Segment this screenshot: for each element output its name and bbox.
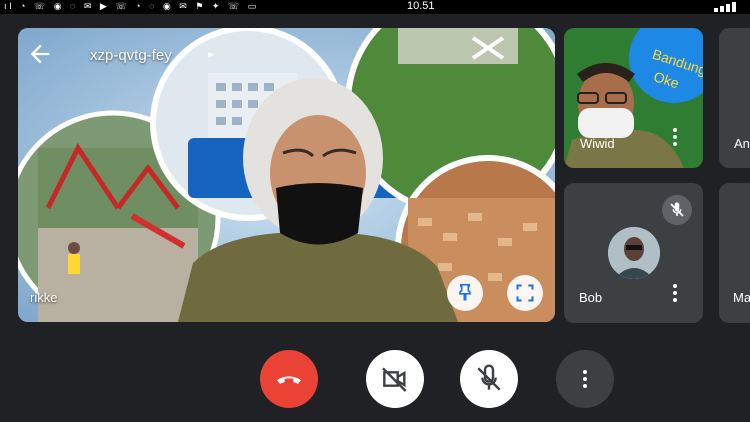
participant-name: An <box>734 136 750 151</box>
more-vert-icon <box>578 368 592 390</box>
more-vert-icon[interactable] <box>668 126 682 148</box>
participant-name: Ma <box>733 290 750 305</box>
battery-icon <box>714 2 744 12</box>
more-options-button[interactable] <box>556 350 614 408</box>
notification-icons: ıl ◔ ☏ ◉ ◌ ✉ ▶ ☏ ◔ ◌ ◉ ✉ ⚑ ✦ ☏ ▭ <box>4 1 260 11</box>
participant-tile-wiwid[interactable]: Bandung Oke Wiwid <box>564 28 703 168</box>
participant-tile-an[interactable]: An <box>719 28 750 168</box>
pin-icon <box>459 283 471 301</box>
participant-name: Wiwid <box>580 136 615 151</box>
status-bar: ıl ◔ ☏ ◉ ◌ ✉ ▶ ☏ ◔ ◌ ◉ ✉ ⚑ ✦ ☏ ▭ 10.51 <box>0 0 750 14</box>
fullscreen-button[interactable] <box>507 275 543 311</box>
videocam-off-icon <box>382 367 407 392</box>
mic-toggle-button[interactable] <box>460 350 518 408</box>
participant-tile-ma[interactable]: Ma <box>719 183 750 323</box>
end-call-button[interactable] <box>260 350 318 408</box>
fullscreen-icon <box>516 284 534 302</box>
participant-tile-bob[interactable]: Bob <box>564 183 703 323</box>
back-arrow-icon[interactable] <box>26 40 54 68</box>
mic-off-icon <box>670 202 684 217</box>
main-video-tile[interactable]: xzp-qvtg-fey ▸ rikke <box>18 28 555 322</box>
status-time: 10.51 <box>407 0 435 12</box>
mic-off-icon <box>477 364 501 391</box>
mic-off-indicator <box>662 195 692 225</box>
camera-toggle-button[interactable] <box>366 350 424 408</box>
caret-right-icon[interactable]: ▸ <box>208 47 214 61</box>
meeting-code[interactable]: xzp-qvtg-fey <box>90 47 172 64</box>
main-tile-name: rikke <box>30 290 58 305</box>
participant-name: Bob <box>579 290 603 305</box>
more-vert-icon[interactable] <box>668 282 682 304</box>
pin-button[interactable] <box>447 275 483 311</box>
call-end-icon <box>277 376 301 384</box>
avatar <box>608 227 660 279</box>
